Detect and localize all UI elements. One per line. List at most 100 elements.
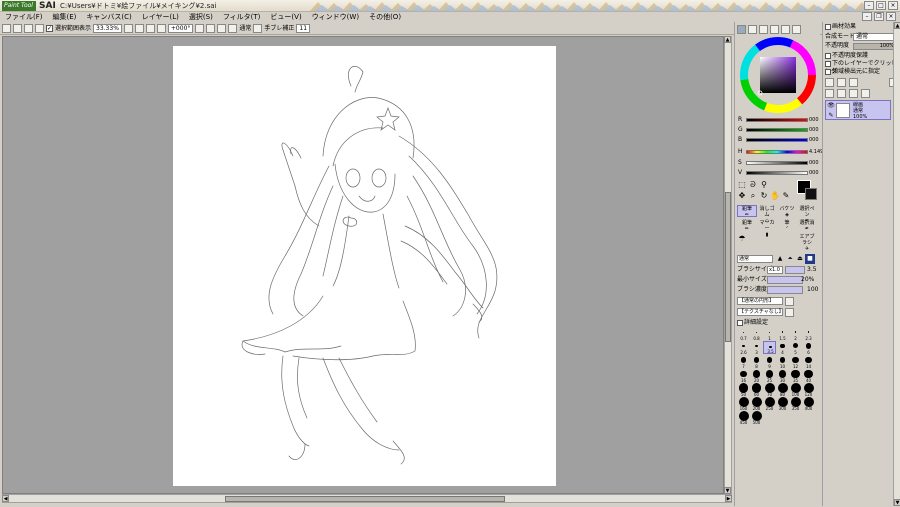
- show-selection-checkbox[interactable]: ✓: [46, 25, 53, 32]
- menu-view[interactable]: ビュー(V): [265, 12, 306, 23]
- brush-size-cell[interactable]: 500: [750, 411, 763, 425]
- tool-eraser[interactable]: 消しゴム ◇: [757, 205, 777, 224]
- brush-size-cell[interactable]: 40: [802, 369, 815, 383]
- brush-size-cell[interactable]: 50: [737, 383, 750, 397]
- brush-shape-soft-icon[interactable]: ⏏: [795, 254, 805, 264]
- menu-window[interactable]: ウィンドウ(W): [307, 12, 364, 23]
- zoom-reset-button[interactable]: [145, 24, 155, 33]
- drawing-canvas[interactable]: [173, 46, 556, 486]
- brush-edge-toggle[interactable]: [785, 297, 794, 306]
- brush-shape-triangle-icon[interactable]: ▲: [775, 254, 785, 264]
- brush-size-cell[interactable]: 5: [789, 341, 802, 355]
- saturation-value[interactable]: 000: [809, 159, 819, 167]
- brush-size-cell[interactable]: 0.7: [737, 327, 750, 341]
- tool-bucket[interactable]: バケツ ◈: [777, 205, 797, 218]
- brush-size-cell[interactable]: 250: [763, 397, 776, 411]
- tool-select-erase[interactable]: 選択消 ✒: [797, 219, 817, 232]
- brush-size-cell[interactable]: 4: [776, 341, 789, 355]
- brush-size-cell[interactable]: 6: [802, 341, 815, 355]
- brush-size-cell[interactable]: 16: [737, 369, 750, 383]
- layer-scrollbar[interactable]: ▲ ▼: [893, 22, 900, 506]
- green-slider[interactable]: G 000: [737, 126, 819, 134]
- horizontal-scroll-thumb[interactable]: [225, 496, 505, 502]
- brush-size-cell[interactable]: 7: [737, 355, 750, 369]
- scroll-down-icon[interactable]: ▼: [724, 487, 731, 494]
- brush-texture-toggle[interactable]: [785, 308, 794, 317]
- red-bar[interactable]: [746, 118, 808, 122]
- brush-size-cell[interactable]: 100: [789, 383, 802, 397]
- brush-size-cell[interactable]: 1: [763, 327, 776, 341]
- brush-size-cell[interactable]: 10: [776, 355, 789, 369]
- rotation-field[interactable]: +000°: [167, 24, 194, 33]
- canvas-workspace[interactable]: [2, 36, 724, 494]
- blue-value[interactable]: 000: [809, 136, 819, 144]
- brush-mode-select[interactable]: 通常: [737, 255, 773, 263]
- layer-mask-icon[interactable]: [861, 89, 870, 98]
- vertical-scroll-thumb[interactable]: [725, 192, 731, 342]
- source-checkbox[interactable]: [825, 68, 831, 75]
- brush-size-cell[interactable]: 3: [750, 341, 763, 355]
- value-slider[interactable]: V 000: [737, 169, 819, 177]
- brush-shape-square-icon[interactable]: ■: [805, 254, 815, 264]
- brush-size-cell[interactable]: 350: [789, 397, 802, 411]
- new-linework-layer-icon[interactable]: [837, 78, 846, 87]
- brush-size-cell[interactable]: 14: [802, 355, 815, 369]
- opacity-slider[interactable]: 100%: [853, 43, 897, 50]
- brush-size-cell[interactable]: 12: [789, 355, 802, 369]
- brush-texture-select[interactable]: 【テクスチャなし】: [737, 308, 784, 316]
- brush-size-cell[interactable]: 3.5: [763, 341, 776, 354]
- rotate-left-button[interactable]: [195, 24, 205, 33]
- saturation-slider[interactable]: S 000: [737, 159, 819, 167]
- clip-checkbox[interactable]: [825, 60, 831, 67]
- brush-size-cell[interactable]: 0.8: [750, 327, 763, 341]
- brush-size-cell[interactable]: 25: [763, 369, 776, 383]
- rect-select-icon[interactable]: ⬚: [737, 180, 747, 190]
- green-bar[interactable]: [746, 128, 808, 132]
- protect-alpha-row[interactable]: 不透明度保護: [825, 52, 868, 60]
- new-folder-icon[interactable]: [849, 78, 858, 87]
- rotate-reset-button[interactable]: [217, 24, 227, 33]
- brush-size-cell[interactable]: 450: [737, 411, 750, 425]
- red-value[interactable]: 000: [809, 116, 819, 124]
- brush-size-cell[interactable]: 1.5: [776, 327, 789, 341]
- menu-edit[interactable]: 編集(E): [48, 12, 82, 23]
- flip-button[interactable]: [228, 24, 238, 33]
- move-icon[interactable]: ✥: [737, 191, 747, 201]
- brush-edge-select[interactable]: 【通常の円形】: [737, 297, 783, 305]
- scroll-up-icon[interactable]: ▲: [724, 36, 731, 43]
- value-bar[interactable]: [746, 171, 808, 175]
- stabilizer-field[interactable]: 11: [296, 24, 311, 33]
- min-size-value[interactable]: 20%: [801, 275, 814, 285]
- brush-size-cell[interactable]: 80: [776, 383, 789, 397]
- background-color-swatch[interactable]: [805, 188, 817, 200]
- hue-slider[interactable]: H 4.149: [737, 148, 823, 156]
- zoom-icon[interactable]: ⌕: [748, 191, 758, 201]
- saturation-bar[interactable]: [746, 161, 808, 165]
- layer-scroll-down-icon[interactable]: ▼: [894, 499, 900, 506]
- blend-mode-select[interactable]: 通常: [853, 33, 897, 41]
- source-row[interactable]: 領域検出元に指定: [825, 68, 880, 76]
- zoom-in-button[interactable]: [123, 24, 133, 33]
- deselect-button[interactable]: [24, 24, 33, 33]
- brush-size-cell[interactable]: 2.6: [737, 341, 750, 355]
- paper-effect-checkbox[interactable]: [825, 23, 831, 30]
- tool-select-pen[interactable]: 選択ペン ✒: [797, 205, 817, 224]
- brush-size-cell[interactable]: 2.3: [802, 327, 815, 341]
- menu-filter[interactable]: フィルタ(T): [218, 12, 266, 23]
- eye-icon[interactable]: 👁: [826, 101, 836, 111]
- brush-size-multiplier[interactable]: x1.0: [767, 266, 783, 274]
- zoom-out-button[interactable]: [134, 24, 144, 33]
- scroll-right-icon[interactable]: ▶: [725, 495, 732, 502]
- hand-icon[interactable]: ✋: [770, 191, 780, 201]
- brush-size-cell[interactable]: 30: [776, 369, 789, 383]
- minimize-button[interactable]: –: [864, 1, 874, 10]
- rotate-right-button[interactable]: [206, 24, 216, 33]
- tool-marker[interactable]: マーカー ▮: [757, 219, 777, 238]
- new-layer-icon[interactable]: [825, 78, 834, 87]
- protect-alpha-checkbox[interactable]: [825, 52, 831, 59]
- color-wheel-tab-icon[interactable]: [737, 25, 746, 34]
- menu-file[interactable]: ファイル(F): [0, 12, 48, 23]
- maximize-button[interactable]: □: [876, 1, 886, 10]
- green-value[interactable]: 000: [809, 126, 819, 134]
- brush-shape-round-icon[interactable]: ⏶: [785, 254, 795, 264]
